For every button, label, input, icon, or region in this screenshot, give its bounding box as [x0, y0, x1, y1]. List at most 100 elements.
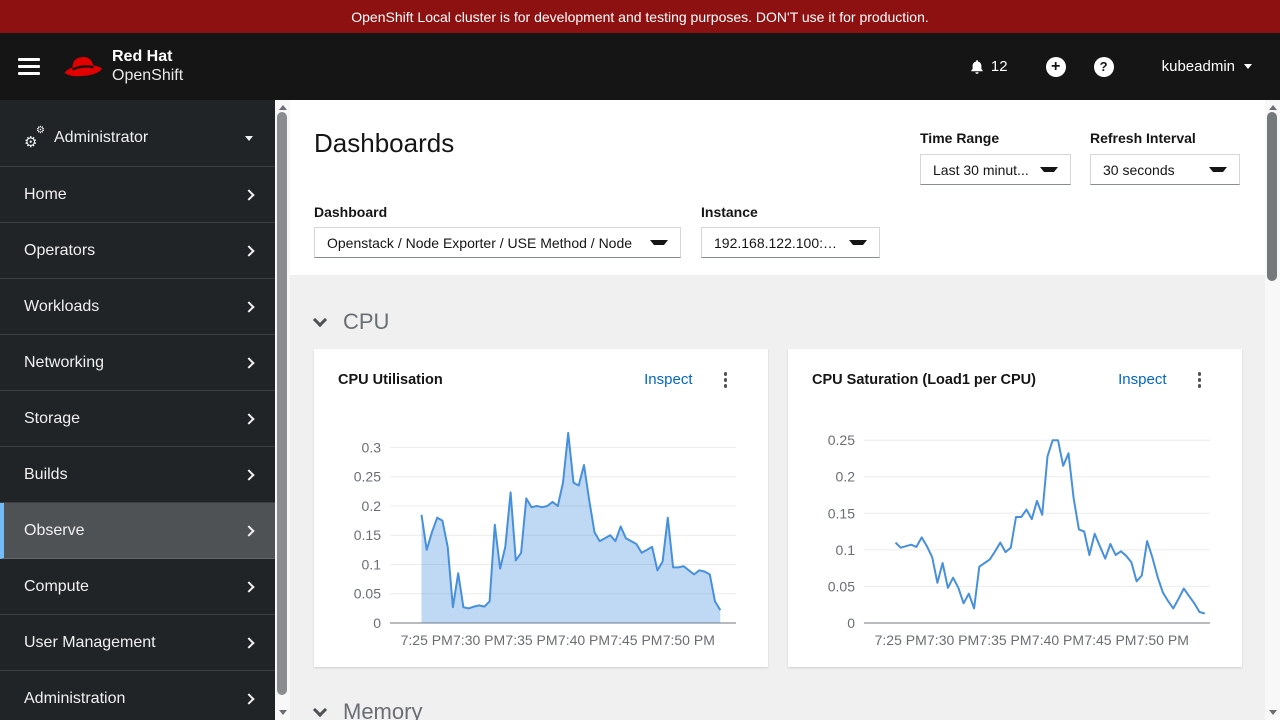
- content-scrollbar[interactable]: [1265, 100, 1280, 720]
- section-title: Memory: [343, 699, 422, 720]
- add-button[interactable]: +: [1046, 57, 1066, 77]
- collapse-section-button[interactable]: [314, 705, 328, 719]
- sidebar-item-label: Operators: [24, 242, 95, 260]
- cpu-saturation-chart: 00.050.10.150.20.257:25 PM7:30 PM7:35 PM…: [812, 417, 1218, 653]
- sidebar-item-administration[interactable]: Administration: [0, 671, 275, 720]
- inspect-link[interactable]: Inspect: [1118, 371, 1166, 388]
- sidebar-item-label: Storage: [24, 410, 80, 428]
- page-header: Dashboards Time Range Last 30 minut... R…: [290, 100, 1265, 275]
- question-icon: ?: [1100, 59, 1108, 74]
- card-actions: Inspect: [1118, 369, 1204, 391]
- caret-down-icon: [650, 240, 668, 245]
- caret-down-icon: [1209, 167, 1227, 172]
- inspect-link[interactable]: Inspect: [644, 371, 692, 388]
- bell-icon: [969, 59, 985, 75]
- svg-text:0.2: 0.2: [836, 468, 856, 484]
- perspective-switcher[interactable]: ⚙⚙ Administrator: [0, 110, 275, 167]
- svg-text:0.05: 0.05: [354, 585, 381, 601]
- notification-count: 12: [991, 58, 1008, 75]
- brand-logo[interactable]: Red Hat OpenShift: [62, 48, 183, 85]
- banner-text: OpenShift Local cluster is for developme…: [351, 9, 929, 25]
- sidebar-item-user-management[interactable]: User Management: [0, 615, 275, 671]
- svg-text:0.15: 0.15: [354, 527, 381, 543]
- chevron-right-icon: [243, 469, 254, 480]
- chevron-right-icon: [243, 413, 254, 424]
- refresh-interval-select[interactable]: 30 seconds: [1090, 154, 1240, 185]
- dashboard-label: Dashboard: [314, 204, 387, 220]
- chevron-right-icon: [243, 637, 254, 648]
- sidebar-item-label: Networking: [24, 354, 104, 372]
- sidebar-item-label: Workloads: [24, 298, 99, 316]
- brand-text: Red Hat OpenShift: [112, 48, 183, 85]
- dev-warning-banner: OpenShift Local cluster is for developme…: [0, 0, 1280, 33]
- svg-text:0: 0: [847, 615, 855, 631]
- svg-text:0.25: 0.25: [354, 468, 381, 484]
- app-body: ⚙⚙ Administrator Home Operators Workload…: [0, 100, 1280, 720]
- sidebar-item-workloads[interactable]: Workloads: [0, 279, 275, 335]
- nav-toggle-button[interactable]: [18, 58, 40, 75]
- sidebar-scrollbar[interactable]: [275, 100, 290, 720]
- caret-down-icon: [849, 240, 867, 245]
- sidebar-item-home[interactable]: Home: [0, 167, 275, 223]
- kebab-menu-button[interactable]: [1195, 369, 1205, 391]
- chart-cards-row: CPU Utilisation Inspect 00.050.10.150.20…: [314, 349, 1241, 667]
- chevron-down-icon: [313, 313, 327, 327]
- section-title: CPU: [343, 309, 389, 335]
- svg-text:7:40 PM: 7:40 PM: [1032, 632, 1084, 648]
- sidebar-item-label: Observe: [24, 522, 84, 540]
- chevron-down-icon: [313, 703, 327, 717]
- sidebar-item-observe[interactable]: Observe: [0, 503, 275, 559]
- masthead-toolbar: 12 + ? kubeadmin: [969, 57, 1252, 77]
- svg-text:7:45 PM: 7:45 PM: [1084, 632, 1136, 648]
- scroll-down-arrow-icon[interactable]: [279, 710, 287, 715]
- chevron-right-icon: [243, 189, 254, 200]
- section-header-cpu: CPU: [314, 309, 1241, 335]
- sidebar-item-label: Compute: [24, 578, 89, 596]
- svg-text:7:30 PM: 7:30 PM: [453, 632, 505, 648]
- help-button[interactable]: ?: [1094, 57, 1114, 77]
- refresh-interval-label: Refresh Interval: [1090, 130, 1196, 146]
- sidebar-item-storage[interactable]: Storage: [0, 391, 275, 447]
- card-title: CPU Saturation (Load1 per CPU): [812, 372, 1036, 388]
- dashboard-body: CPU CPU Utilisation Inspect 00.050.10.15…: [290, 275, 1265, 720]
- cpu-saturation-card: CPU Saturation (Load1 per CPU) Inspect 0…: [788, 349, 1242, 667]
- scroll-up-arrow-icon[interactable]: [279, 105, 287, 110]
- perspective-label: Administrator: [54, 129, 148, 147]
- time-range-label: Time Range: [920, 130, 999, 146]
- svg-text:7:35 PM: 7:35 PM: [979, 632, 1031, 648]
- notifications-button[interactable]: 12: [969, 58, 1008, 75]
- svg-text:7:25 PM: 7:25 PM: [401, 632, 453, 648]
- sidebar-scrollbar-thumb[interactable]: [277, 112, 287, 695]
- svg-text:0.1: 0.1: [836, 541, 856, 557]
- sidebar-item-networking[interactable]: Networking: [0, 335, 275, 391]
- openshift-console: OpenShift Local cluster is for developme…: [0, 0, 1280, 720]
- svg-text:0.05: 0.05: [828, 578, 855, 594]
- svg-text:7:50 PM: 7:50 PM: [663, 632, 715, 648]
- collapse-section-button[interactable]: [314, 315, 328, 329]
- instance-select[interactable]: 192.168.122.100:9100: [701, 227, 880, 258]
- caret-down-icon: [245, 136, 253, 141]
- user-menu[interactable]: kubeadmin: [1162, 58, 1252, 75]
- scroll-up-arrow-icon[interactable]: [1269, 105, 1277, 110]
- scroll-down-arrow-icon[interactable]: [1269, 710, 1277, 715]
- svg-text:7:45 PM: 7:45 PM: [610, 632, 662, 648]
- svg-text:7:25 PM: 7:25 PM: [875, 632, 927, 648]
- sidebar-item-label: User Management: [24, 634, 156, 652]
- svg-text:0: 0: [373, 615, 381, 631]
- brand-line1: Red Hat: [112, 48, 183, 66]
- sidebar-item-builds[interactable]: Builds: [0, 447, 275, 503]
- time-range-select[interactable]: Last 30 minut...: [920, 154, 1071, 185]
- sidebar-item-compute[interactable]: Compute: [0, 559, 275, 615]
- sidebar-item-label: Administration: [24, 690, 125, 708]
- sidebar-item-label: Home: [24, 186, 67, 204]
- chevron-right-icon: [243, 245, 254, 256]
- svg-text:0.3: 0.3: [362, 439, 382, 455]
- kebab-menu-button[interactable]: [721, 369, 731, 391]
- svg-text:0.2: 0.2: [362, 498, 382, 514]
- sidebar-item-operators[interactable]: Operators: [0, 223, 275, 279]
- cogs-icon: ⚙⚙: [24, 129, 45, 148]
- main-content: Dashboards Time Range Last 30 minut... R…: [290, 100, 1265, 720]
- username: kubeadmin: [1162, 58, 1235, 75]
- content-scrollbar-thumb[interactable]: [1267, 112, 1277, 281]
- dashboard-select[interactable]: Openstack / Node Exporter / USE Method /…: [314, 227, 681, 258]
